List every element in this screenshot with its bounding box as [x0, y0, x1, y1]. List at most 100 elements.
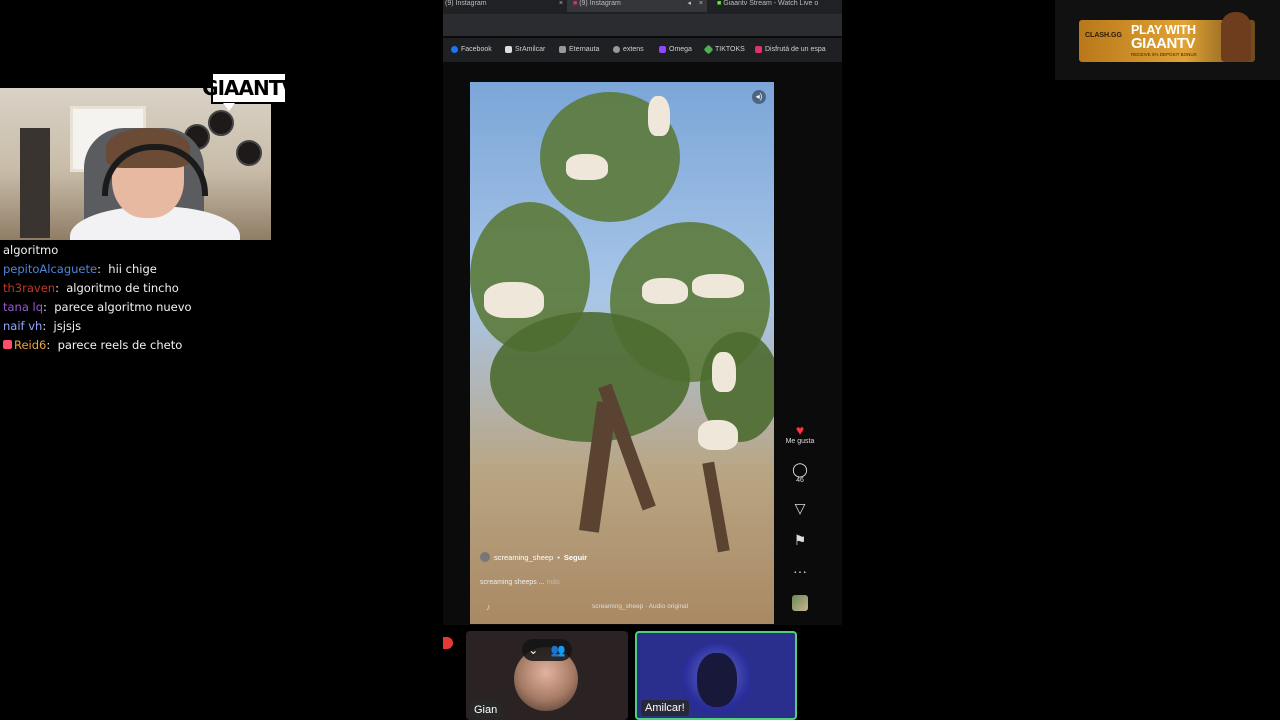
drive-icon — [703, 44, 714, 55]
chat-username: tana lq — [3, 300, 44, 314]
follow-button[interactable]: Seguir — [564, 553, 587, 562]
tiktok-icon — [505, 46, 512, 53]
add-person-icon[interactable]: 👥 — [551, 643, 566, 657]
card-controls: ⌄ 👥 — [522, 639, 572, 661]
chat-username: naif vh — [3, 319, 43, 333]
sponsor-banner[interactable]: CLASH.GG PLAY WITH GIAANTV RECEIVE 5% DE… — [1055, 0, 1280, 80]
twitch-icon — [659, 46, 666, 53]
sponsor-subtext: RECEIVE 5% DEPOSIT BONUS — [1131, 52, 1197, 57]
share-button[interactable]: ▽ — [785, 500, 815, 516]
chevron-down-icon[interactable]: ⌄ — [528, 643, 538, 657]
bookmark-facebook[interactable]: Facebook — [451, 46, 492, 53]
bookmark-omega[interactable]: Omega — [659, 46, 692, 53]
tab-label: (9) Instagram — [445, 0, 487, 7]
participant-card[interactable]: Amilcar! — [635, 631, 797, 720]
avatar-figure — [697, 653, 737, 707]
goat — [692, 274, 744, 298]
speaker-icon[interactable]: ◂) — [752, 90, 766, 104]
heart-icon[interactable]: ♥ — [785, 422, 815, 438]
browser-tab[interactable]: (9) Instagram × — [443, 0, 567, 12]
sponsor-ad[interactable]: CLASH.GG PLAY WITH GIAANTV RECEIVE 5% DE… — [1079, 12, 1255, 62]
like-label: Me gusta — [785, 438, 815, 445]
address-bar[interactable] — [443, 14, 842, 36]
close-icon[interactable]: × — [559, 0, 563, 8]
sponsor-brand: CLASH.GG — [1085, 32, 1122, 39]
tab-label: Giaantv Stream - Watch Live o — [723, 0, 819, 7]
chat-text: parece reels de cheto — [57, 338, 183, 352]
speaker-icon[interactable]: ◂ — [687, 0, 691, 8]
heart-badge-icon — [3, 340, 12, 349]
bookmark-label: Facebook — [461, 46, 492, 53]
reel-caption: screaming sheeps ... más — [480, 579, 560, 586]
comment-button[interactable]: ◯ 46 — [785, 461, 815, 484]
bookmark-icon[interactable]: ⚑ — [785, 532, 815, 548]
bookmark-disfruta[interactable]: Disfrutá de un espa — [755, 46, 826, 53]
reel-audio[interactable]: screaming_sheep · Audio original — [592, 603, 688, 610]
comment-icon[interactable]: ◯ — [785, 461, 815, 477]
tree-trunk — [702, 461, 730, 553]
shelf — [20, 128, 50, 238]
instagram-icon: ■ — [573, 0, 578, 7]
page-icon — [559, 46, 566, 53]
bookmark-label: TIKTOKS — [715, 46, 745, 53]
bookmark-label: Disfrutá de un espa — [765, 46, 826, 53]
record-indicator-icon — [443, 637, 453, 649]
bookmark-label: extens — [623, 46, 644, 53]
bookmark-tiktoks[interactable]: TIKTOKS — [703, 44, 745, 55]
tab-label: (9) Instagram — [579, 0, 621, 7]
chat-text: parece algoritmo nuevo — [54, 300, 192, 314]
more-link[interactable]: más — [547, 579, 560, 586]
tree-canopy — [490, 312, 690, 442]
bookmark-eternauta[interactable]: Eternauta — [559, 46, 599, 53]
close-icon[interactable]: × — [699, 0, 703, 8]
bookmark-label: Omega — [669, 46, 692, 53]
vinyl-record — [208, 110, 234, 136]
separator-dot: • — [557, 552, 560, 562]
tab-bar: (9) Instagram × ■ (9) Instagram ◂ × ■ Gi… — [443, 0, 842, 14]
goat — [642, 278, 688, 304]
comment-count: 46 — [796, 477, 804, 484]
chat-message: Reid6: parece reels de cheto — [3, 336, 303, 355]
bookmark-extens[interactable]: extens — [613, 46, 644, 53]
bookmark-sramilcar[interactable]: SrAmilcar — [505, 46, 545, 53]
chat-message: tana lq: parece algoritmo nuevo — [3, 300, 192, 314]
chat-username: th3raven — [3, 281, 56, 295]
chat-message: th3raven: algoritmo de tincho — [3, 281, 179, 295]
more-button[interactable]: ··· — [785, 563, 815, 579]
save-button[interactable]: ⚑ — [785, 532, 815, 548]
browser-window: (9) Instagram × ■ (9) Instagram ◂ × ■ Gi… — [443, 0, 842, 625]
audio-thumbnail[interactable] — [785, 595, 815, 613]
chat-text: jsjsjs — [53, 319, 82, 333]
vinyl-record — [236, 140, 262, 166]
browser-tab[interactable]: ■ Giaantv Stream - Watch Live o — [713, 0, 845, 12]
caption-text: screaming sheeps ... — [480, 579, 545, 586]
sponsor-headline-name: GIAANTV — [1131, 35, 1196, 52]
chat-text: algoritmo — [3, 243, 59, 257]
music-note-icon: ♪ — [486, 602, 491, 612]
reel-author[interactable]: screaming_sheep • Seguir — [480, 552, 587, 562]
share-icon[interactable]: ▽ — [785, 500, 815, 516]
chat-username: Reid6 — [14, 338, 47, 352]
chat-list: algoritmo pepitoAlcaguete: hii chige th3… — [3, 241, 303, 355]
browser-tab[interactable]: ■ (9) Instagram ◂ × — [567, 0, 707, 12]
character-illustration — [1221, 12, 1251, 62]
reel-username[interactable]: screaming_sheep — [494, 553, 553, 562]
more-icon[interactable]: ··· — [785, 563, 815, 579]
like-button[interactable]: ♥ Me gusta — [785, 422, 815, 445]
reel-video[interactable]: ◂) screaming_sheep • Seguir screaming sh… — [470, 82, 774, 624]
instagram-icon — [755, 46, 762, 53]
chat-message: pepitoAlcaguete: hii chige — [3, 262, 157, 276]
goat — [484, 282, 544, 318]
goat — [712, 352, 736, 392]
goat — [566, 154, 608, 180]
audio-cover-image[interactable] — [792, 595, 808, 611]
bookmark-label: SrAmilcar — [515, 46, 546, 53]
goat — [648, 96, 670, 136]
channel-logo: GIAANTV — [202, 72, 297, 111]
kick-icon: ■ — [717, 0, 722, 7]
bookmark-label: Eternauta — [569, 46, 600, 53]
participant-card[interactable]: ⌄ 👥 Gian — [466, 631, 628, 720]
goat — [698, 420, 738, 450]
facebook-icon — [451, 46, 458, 53]
avatar[interactable] — [480, 552, 490, 562]
